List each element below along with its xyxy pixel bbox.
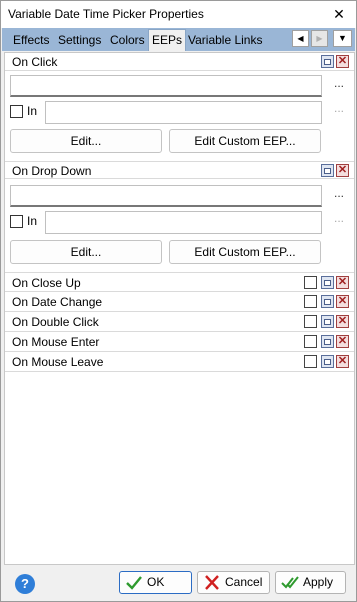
event-row-on-date-change[interactable]: On Date Change ✕ [5, 292, 354, 312]
enable-checkbox[interactable] [304, 335, 317, 348]
event-row-on-mouse-leave[interactable]: On Mouse Leave ✕ [5, 352, 354, 372]
in-label: In [27, 214, 38, 228]
event-label: On Close Up [12, 276, 81, 290]
collapse-icon[interactable] [321, 55, 334, 68]
tab-effects[interactable]: Effects [10, 30, 52, 51]
delete-icon[interactable]: ✕ [336, 335, 349, 348]
event-label: On Date Change [12, 295, 103, 309]
double-checkmark-icon [281, 576, 299, 589]
browse-in-button[interactable]: ... [332, 212, 346, 227]
cancel-label: Cancel [225, 575, 263, 589]
tab-scroll-right-icon[interactable]: ▶ [311, 30, 328, 47]
event-label: On Mouse Leave [12, 355, 104, 369]
delete-icon[interactable]: ✕ [336, 164, 349, 177]
edit-button[interactable]: Edit... [10, 240, 162, 264]
collapse-icon[interactable] [321, 164, 334, 177]
expand-icon[interactable] [321, 315, 334, 328]
expand-icon[interactable] [321, 355, 334, 368]
command-field[interactable] [10, 185, 322, 207]
event-row-on-close-up[interactable]: On Close Up ✕ [5, 272, 354, 292]
eeps-panel: On Click ✕ ... In ... Edit... Edit Custo… [4, 52, 355, 565]
delete-icon[interactable]: ✕ [336, 55, 349, 68]
edit-custom-eep-button[interactable]: Edit Custom EEP... [169, 240, 321, 264]
apply-label: Apply [303, 575, 334, 589]
tab-settings[interactable]: Settings [55, 30, 104, 51]
tab-scroll-left-icon[interactable]: ◀ [292, 30, 309, 47]
delete-icon[interactable]: ✕ [336, 295, 349, 308]
enable-checkbox[interactable] [304, 295, 317, 308]
close-icon[interactable]: ✕ [326, 2, 352, 26]
browse-command-button[interactable]: ... [332, 77, 346, 92]
event-label: On Mouse Enter [12, 335, 100, 349]
event-row-on-mouse-enter[interactable]: On Mouse Enter ✕ [5, 332, 354, 352]
ok-button[interactable]: OK [119, 571, 192, 594]
tab-list-dropdown-icon[interactable]: ▼ [333, 30, 352, 47]
delete-icon[interactable]: ✕ [336, 315, 349, 328]
event-row-on-double-click[interactable]: On Double Click ✕ [5, 312, 354, 332]
in-checkbox[interactable] [10, 215, 23, 228]
dialog-footer: ? OK Cancel Apply [2, 566, 355, 600]
properties-dialog: Variable Date Time Picker Properties ✕ E… [0, 0, 357, 602]
title-bar: Variable Date Time Picker Properties ✕ [1, 1, 356, 28]
section-label: On Click [12, 55, 58, 69]
enable-checkbox[interactable] [304, 315, 317, 328]
enable-checkbox[interactable] [304, 276, 317, 289]
tab-colors[interactable]: Colors [107, 30, 148, 51]
in-label: In [27, 104, 38, 118]
window-title: Variable Date Time Picker Properties [8, 7, 204, 21]
event-label: On Double Click [12, 315, 99, 329]
browse-in-button[interactable]: ... [332, 102, 346, 117]
command-field[interactable] [10, 75, 322, 97]
in-target-field[interactable] [45, 211, 322, 234]
section-label: On Drop Down [12, 164, 92, 178]
section-header-on-click[interactable]: On Click ✕ [5, 53, 354, 71]
expand-icon[interactable] [321, 295, 334, 308]
tab-eeps[interactable]: EEPs [148, 29, 187, 51]
edit-custom-eep-button[interactable]: Edit Custom EEP... [169, 129, 321, 153]
cancel-x-icon [205, 575, 219, 590]
tab-variable-links[interactable]: Variable Links [185, 30, 265, 51]
checkmark-icon [126, 576, 142, 590]
expand-icon[interactable] [321, 335, 334, 348]
browse-command-button[interactable]: ... [332, 187, 346, 202]
ok-label: OK [147, 575, 165, 589]
apply-button[interactable]: Apply [275, 571, 346, 594]
tab-strip: Effects Settings Colors EEPs Variable Li… [2, 28, 355, 51]
delete-icon[interactable]: ✕ [336, 355, 349, 368]
section-header-on-drop-down[interactable]: On Drop Down ✕ [5, 161, 354, 179]
edit-button[interactable]: Edit... [10, 129, 162, 153]
delete-icon[interactable]: ✕ [336, 276, 349, 289]
expand-icon[interactable] [321, 276, 334, 289]
cancel-button[interactable]: Cancel [197, 571, 270, 594]
help-icon[interactable]: ? [15, 574, 35, 594]
in-checkbox[interactable] [10, 105, 23, 118]
in-target-field[interactable] [45, 101, 322, 124]
enable-checkbox[interactable] [304, 355, 317, 368]
